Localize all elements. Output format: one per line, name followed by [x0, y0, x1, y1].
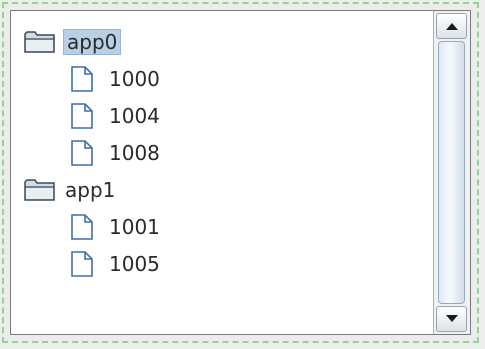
file-icon	[67, 65, 101, 92]
tree-scroll-pane: app0 1000 1004 1008 app1 1001 1005	[10, 10, 471, 335]
tree-node-label: app0	[63, 28, 122, 55]
file-icon	[67, 102, 101, 129]
tree-node-label: 1004	[109, 103, 160, 128]
tree-node-app0[interactable]: app0	[11, 23, 430, 60]
folder-icon	[23, 177, 57, 203]
tree-node-1001[interactable]: 1001	[11, 208, 430, 245]
tree-node-label: 1001	[109, 214, 160, 239]
tree-panel-frame: app0 1000 1004 1008 app1 1001 1005	[2, 2, 479, 343]
arrow-down-icon	[446, 315, 458, 322]
tree-node-label: 1005	[109, 251, 160, 276]
scroll-up-button[interactable]	[436, 13, 467, 39]
tree-node-1005[interactable]: 1005	[11, 245, 430, 282]
tree-view: app0 1000 1004 1008 app1 1001 1005	[11, 11, 430, 334]
tree-node-label: 1008	[109, 140, 160, 165]
tree-node-1000[interactable]: 1000	[11, 60, 430, 97]
tree-node-label: app1	[65, 177, 116, 202]
file-icon	[67, 139, 101, 166]
tree-node-app1[interactable]: app1	[11, 171, 430, 208]
folder-icon	[23, 29, 57, 55]
arrow-up-icon	[446, 23, 458, 30]
scroll-down-button[interactable]	[436, 306, 467, 332]
vertical-scrollbar[interactable]	[433, 11, 470, 334]
tree-node-1008[interactable]: 1008	[11, 134, 430, 171]
tree-node-1004[interactable]: 1004	[11, 97, 430, 134]
file-icon	[67, 213, 101, 240]
file-icon	[67, 250, 101, 277]
scrollbar-thumb[interactable]	[438, 41, 465, 304]
tree-node-label: 1000	[109, 66, 160, 91]
